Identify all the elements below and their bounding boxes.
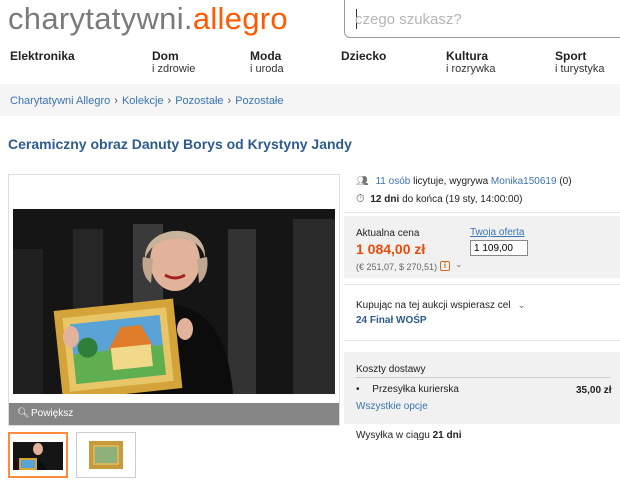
breadcrumb-separator: › bbox=[114, 95, 118, 107]
bid-info: 👥︎ 11 osób licytuje, wygrywa Monika15061… bbox=[356, 176, 572, 187]
bullet-icon: • bbox=[356, 384, 360, 395]
nav-item-label: Kultura bbox=[446, 49, 488, 63]
nav-item-label: Dziecko bbox=[341, 49, 387, 63]
nav-item-sport[interactable]: Sport i turystyka bbox=[555, 50, 605, 76]
chevron-down-icon[interactable]: ⌄ bbox=[517, 300, 525, 311]
breadcrumb-link[interactable]: Pozostałe bbox=[175, 95, 223, 107]
charity-name[interactable]: 24 Finał WOŚP bbox=[356, 315, 427, 326]
winner-score: (0) bbox=[559, 176, 572, 187]
nav-item-moda[interactable]: Moda i uroda bbox=[250, 50, 284, 76]
thumbnail-image bbox=[77, 433, 135, 477]
dispatch-prefix: Wysyłka w ciągu bbox=[356, 430, 430, 441]
nav-item-label: Sport bbox=[555, 49, 587, 63]
nav-item-label: Moda bbox=[250, 49, 282, 63]
magnifier-icon: 🔍︎ bbox=[17, 408, 30, 419]
shipping-method-row: • Przesyłka kurierska bbox=[356, 384, 459, 395]
breadcrumb-link[interactable]: Kolekcje bbox=[122, 95, 164, 107]
breadcrumb-link[interactable]: Charytatywni Allegro bbox=[10, 95, 110, 107]
zoom-bar[interactable]: 🔍︎ Powiększ bbox=[9, 403, 339, 425]
thumbnail-image bbox=[10, 434, 66, 476]
divider bbox=[344, 284, 620, 285]
price-label: Aktualna cena bbox=[356, 228, 420, 239]
nav-item-sublabel: i uroda bbox=[250, 63, 284, 75]
breadcrumb-separator: › bbox=[227, 95, 232, 107]
category-nav: Elektronika Dom i zdrowie Moda i uroda D… bbox=[0, 50, 620, 86]
nav-item-dziecko[interactable]: Dziecko bbox=[341, 50, 386, 63]
converted-price: (€ 251,07, $ 270,51) bbox=[356, 262, 438, 272]
divider bbox=[344, 340, 620, 341]
shipping-method: Przesyłka kurierska bbox=[372, 384, 459, 395]
nav-item-kultura[interactable]: Kultura i rozrywka bbox=[446, 50, 496, 76]
page-title: Ceramiczny obraz Danuty Borys od Krystyn… bbox=[8, 136, 352, 152]
charity-text: Kupując na tej aukcji wspierasz cel bbox=[356, 300, 511, 311]
info-icon[interactable]: i bbox=[440, 261, 450, 271]
divider bbox=[344, 212, 620, 213]
zoom-label: Powiększ bbox=[31, 408, 74, 419]
nav-item-dom[interactable]: Dom i zdrowie bbox=[152, 50, 195, 76]
days-left: 12 dni bbox=[370, 194, 400, 205]
search-input[interactable] bbox=[355, 8, 605, 30]
clock-icon: ⏱︎ bbox=[356, 193, 365, 205]
nav-item-elektronika[interactable]: Elektronika bbox=[10, 50, 75, 63]
offer-input[interactable] bbox=[470, 240, 528, 256]
photo-illustration bbox=[13, 209, 335, 394]
nav-item-sublabel: i zdrowie bbox=[152, 63, 196, 75]
time-info: ⏱︎ 12 dni do końca (19 sty, 14:00:00) bbox=[356, 193, 523, 206]
nav-item-sublabel: i rozrywka bbox=[446, 63, 496, 75]
breadcrumb-separator: › bbox=[167, 95, 172, 107]
logo[interactable]: charytatywni.allegro bbox=[8, 2, 288, 36]
search-box[interactable] bbox=[344, 0, 620, 38]
winner-link[interactable]: Monika150619 bbox=[491, 176, 557, 187]
logo-text-2: allegro bbox=[192, 1, 288, 36]
breadcrumb-link[interactable]: Pozostałe bbox=[235, 95, 283, 107]
nav-item-label: Dom bbox=[152, 49, 179, 63]
main-photo[interactable] bbox=[13, 209, 335, 394]
ends-text: do końca (19 sty, 14:00:00) bbox=[402, 194, 523, 205]
nav-item-label: Elektronika bbox=[10, 49, 75, 63]
logo-text-1: charytatywni. bbox=[8, 1, 193, 36]
divider bbox=[356, 377, 610, 378]
shipping-header: Koszty dostawy bbox=[356, 364, 426, 375]
shipping-cost: 35,00 zł bbox=[576, 385, 612, 396]
users-icon: 👥︎ bbox=[356, 176, 369, 187]
all-options-link[interactable]: Wszystkie opcje bbox=[356, 401, 428, 412]
chevron-down-icon[interactable]: ⌄ bbox=[455, 259, 463, 270]
thumbnail-2[interactable] bbox=[76, 432, 136, 478]
dispatch-days: 21 dni bbox=[432, 430, 462, 441]
breadcrumb: Charytatywni Allegro › Kolekcje › Pozostałe ›… bbox=[10, 95, 284, 107]
nav-item-sublabel: i turystyka bbox=[555, 63, 605, 75]
offer-label: Twoja oferta bbox=[470, 227, 525, 238]
bid-text: licytuje, wygrywa bbox=[413, 176, 489, 187]
image-gallery: 🔍︎ Powiększ bbox=[8, 174, 340, 426]
dispatch-info: Wysyłka w ciągu 21 dni bbox=[356, 430, 462, 441]
current-price: 1 084,00 zł bbox=[356, 241, 426, 257]
thumbnail-1[interactable] bbox=[8, 432, 68, 478]
charity-text-row: Kupując na tej aukcji wspierasz cel ⌄ bbox=[356, 300, 526, 311]
bidders-link[interactable]: 11 osób bbox=[375, 176, 410, 187]
